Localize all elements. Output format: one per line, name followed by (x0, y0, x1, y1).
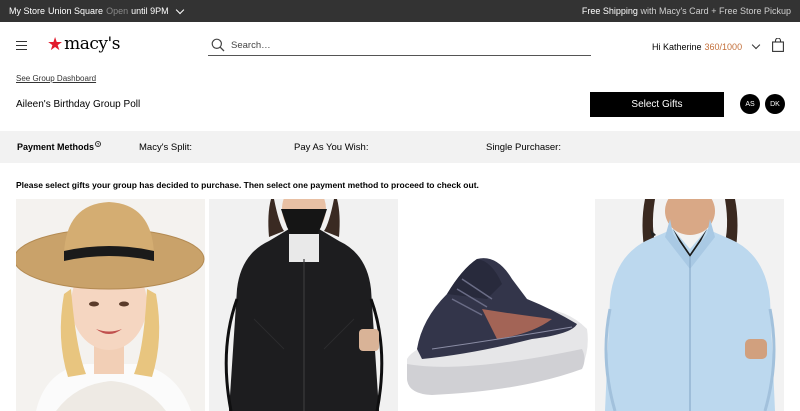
promo-store-pickup: + Free Store Pickup (711, 6, 791, 16)
group-dashboard-link[interactable]: See Group Dashboard (16, 74, 96, 83)
store-selector[interactable]: My Store Union Square Open until 9PM (9, 5, 184, 16)
menu-icon[interactable] (16, 41, 27, 50)
store-prefix: My Store (9, 6, 46, 16)
promo-macys-card: with Macy's Card (640, 6, 709, 16)
search-bar[interactable] (208, 35, 591, 56)
shipping-promo[interactable]: Free Shipping with Macy's Card + Free St… (582, 6, 791, 16)
promo-free-shipping: Free Shipping (581, 6, 638, 16)
reward-points: 360/1000 (704, 42, 743, 52)
logo-wordmark: macy's (64, 34, 120, 54)
payment-methods-heading: Payment Methods? (17, 141, 102, 153)
product-tile[interactable] (595, 199, 784, 411)
top-bar: My Store Union Square Open until 9PM Fre… (0, 0, 800, 22)
shopping-bag-icon[interactable] (772, 37, 784, 57)
product-grid (0, 199, 800, 411)
search-input[interactable] (231, 39, 571, 51)
black-rain-jacket-image[interactable] (209, 199, 398, 411)
instructions-text: Please select gifts your group has decid… (16, 180, 479, 190)
product-tile[interactable] (402, 199, 591, 411)
option-single-purchaser[interactable]: Single Purchaser: (486, 142, 561, 153)
product-tile[interactable] (16, 199, 205, 411)
avatar-member-2[interactable]: DK (765, 94, 785, 114)
navy-running-shoe-image[interactable] (402, 199, 591, 411)
avatar-member-1[interactable]: AS (740, 94, 760, 114)
search-icon[interactable] (211, 38, 225, 52)
option-pay-as-you-wish[interactable]: Pay As You Wish: (294, 142, 368, 153)
payment-methods-bar: Payment Methods? Macy's Split: Pay As Yo… (0, 131, 800, 163)
page-title: Aileen's Birthday Group Poll (16, 99, 141, 110)
chevron-down-icon[interactable] (175, 5, 184, 14)
product-tile[interactable] (209, 199, 398, 411)
chevron-down-icon[interactable] (751, 40, 761, 50)
star-icon: ★ (47, 34, 64, 54)
site-header: ★ macy's Hi Katherine 360/1000 (0, 22, 800, 66)
straw-sun-hat-image[interactable] (16, 199, 205, 411)
payment-methods-label: Payment Methods (17, 142, 95, 152)
account-menu[interactable]: Hi Katherine 360/1000 (652, 40, 761, 52)
option-macys-split[interactable]: Macy's Split: (139, 142, 192, 153)
store-open-status: Open (106, 6, 129, 16)
info-icon[interactable]: ? (95, 141, 102, 147)
light-blue-fleece-jacket-image[interactable] (595, 199, 784, 411)
greeting-text: Hi Katherine (652, 42, 702, 52)
store-name: Union Square (48, 6, 104, 16)
store-hours: until 9PM (131, 6, 169, 16)
macys-logo[interactable]: ★ macy's (47, 34, 120, 54)
select-gifts-button[interactable]: Select Gifts (590, 92, 724, 117)
